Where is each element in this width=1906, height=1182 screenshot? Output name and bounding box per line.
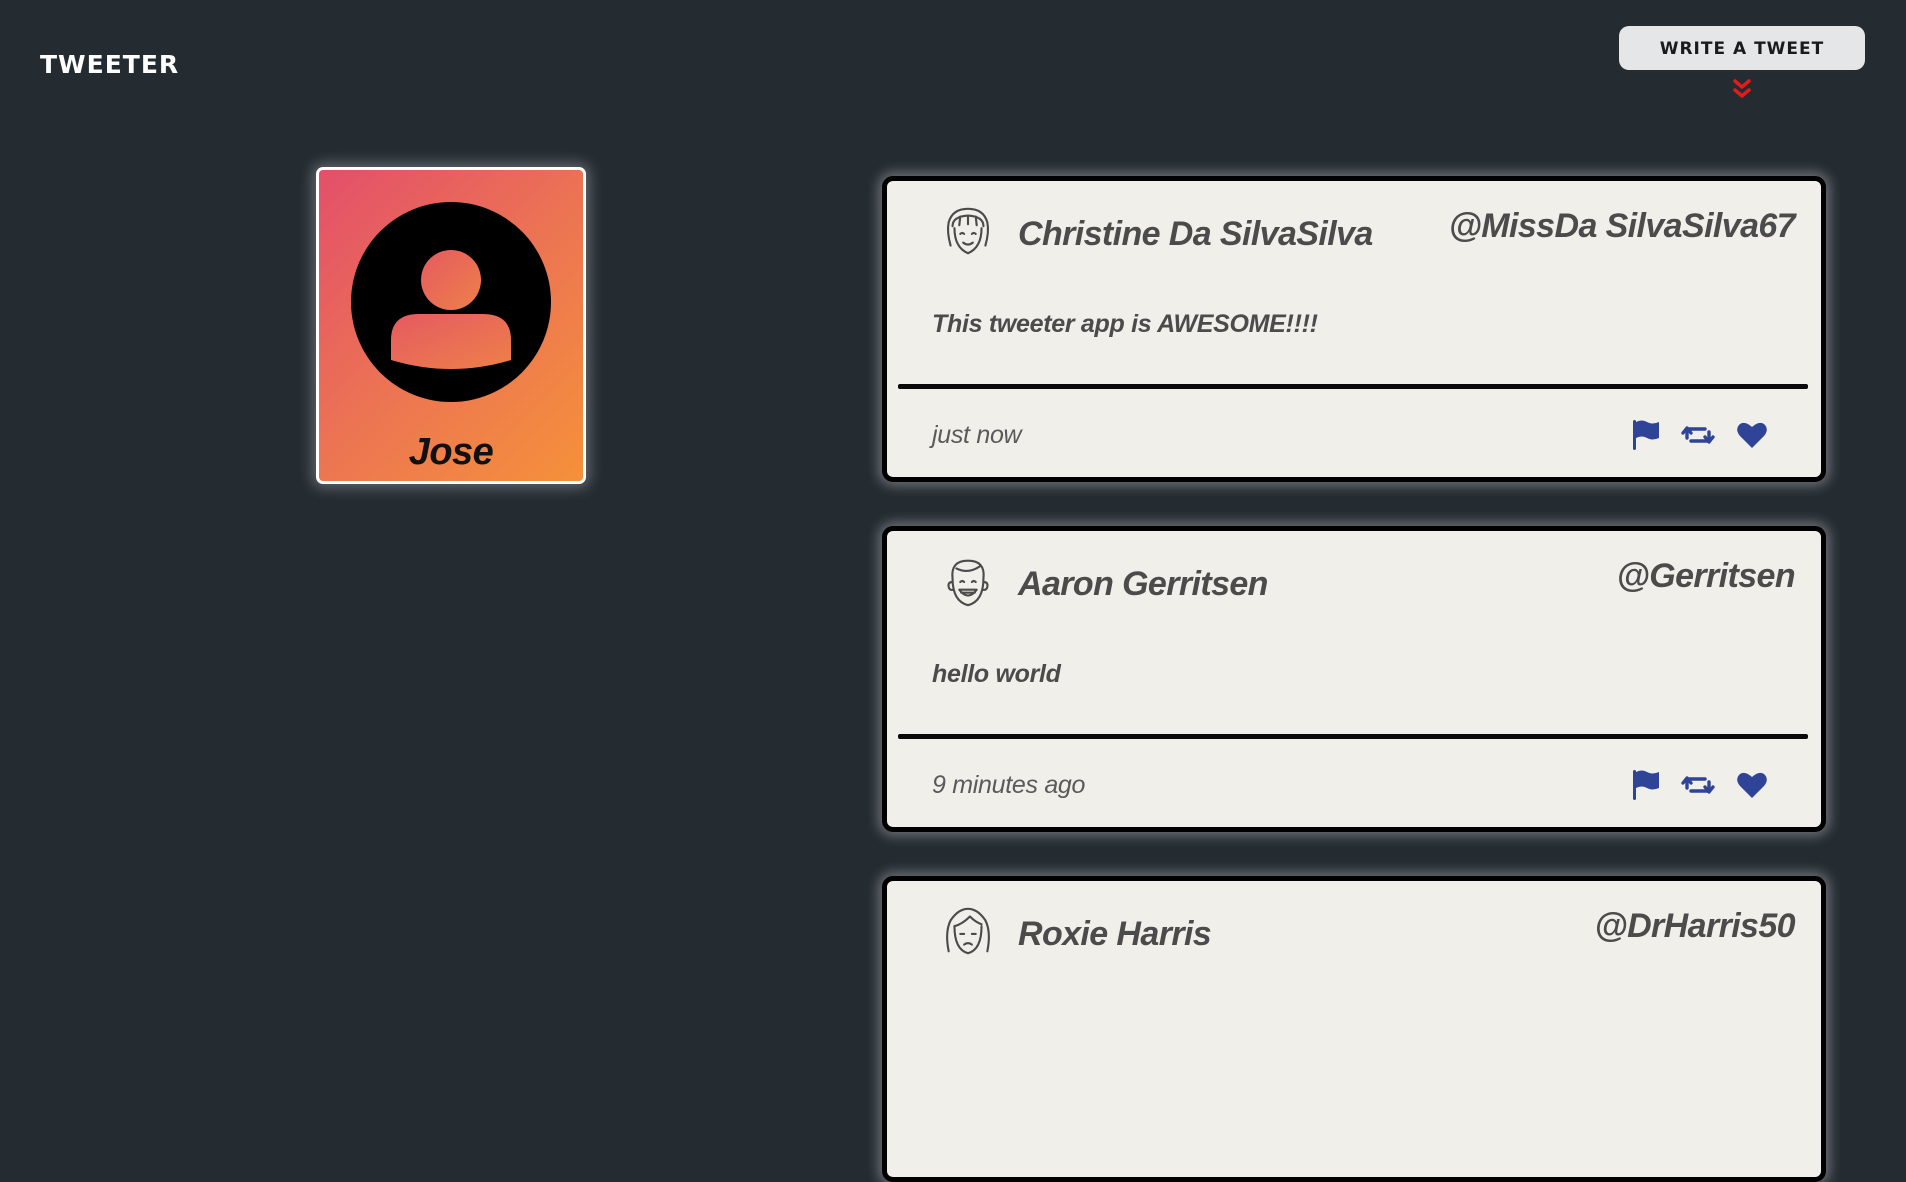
tweet-actions (1629, 768, 1779, 802)
flag-icon[interactable] (1629, 768, 1663, 802)
tweet-card: Christine Da SilvaSilva @MissDa SilvaSil… (882, 176, 1826, 482)
female-face-bangs-icon (946, 207, 990, 255)
flag-icon[interactable] (1629, 418, 1663, 452)
heart-icon[interactable] (1735, 768, 1769, 802)
tweet-author-handle: @MissDa SilvaSilva67 (1448, 207, 1796, 245)
profile-name: Jose (408, 431, 494, 473)
tweet-divider (898, 384, 1808, 389)
tweet-author-handle: @Gerritsen (1616, 557, 1796, 595)
write-tweet-button[interactable]: WRITE A TWEET (1619, 26, 1865, 70)
tweet-content: This tweeter app is AWESOME!!!! (932, 310, 1318, 338)
tweet-content: hello world (932, 660, 1061, 688)
user-circle-icon (351, 202, 551, 402)
double-chevron-down-icon[interactable] (1733, 78, 1751, 102)
retweet-icon[interactable] (1681, 418, 1715, 452)
brand-logo[interactable]: TWEETER (40, 50, 179, 80)
retweet-icon[interactable] (1681, 768, 1715, 802)
tweet-author-handle: @DrHarris50 (1594, 907, 1796, 945)
tweet-author-name: Christine Da SilvaSilva (1018, 215, 1373, 253)
top-navbar: TWEETER WRITE A TWEET (0, 0, 1906, 130)
profile-card: Jose (316, 167, 586, 484)
tweet-card: Aaron Gerritsen @Gerritsen hello world 9… (882, 526, 1826, 832)
male-face-smiling-icon (947, 559, 989, 607)
tweet-author-name: Roxie Harris (1018, 915, 1212, 953)
tweet-timestamp: 9 minutes ago (932, 771, 1086, 799)
tweet-timestamp: just now (932, 421, 1022, 449)
tweet-card: Roxie Harris @DrHarris50 (882, 876, 1826, 1182)
tweet-divider (898, 734, 1808, 739)
tweet-actions (1629, 418, 1779, 452)
female-face-long-hair-icon (946, 907, 990, 955)
tweet-author-name: Aaron Gerritsen (1018, 565, 1268, 603)
heart-icon[interactable] (1735, 418, 1769, 452)
